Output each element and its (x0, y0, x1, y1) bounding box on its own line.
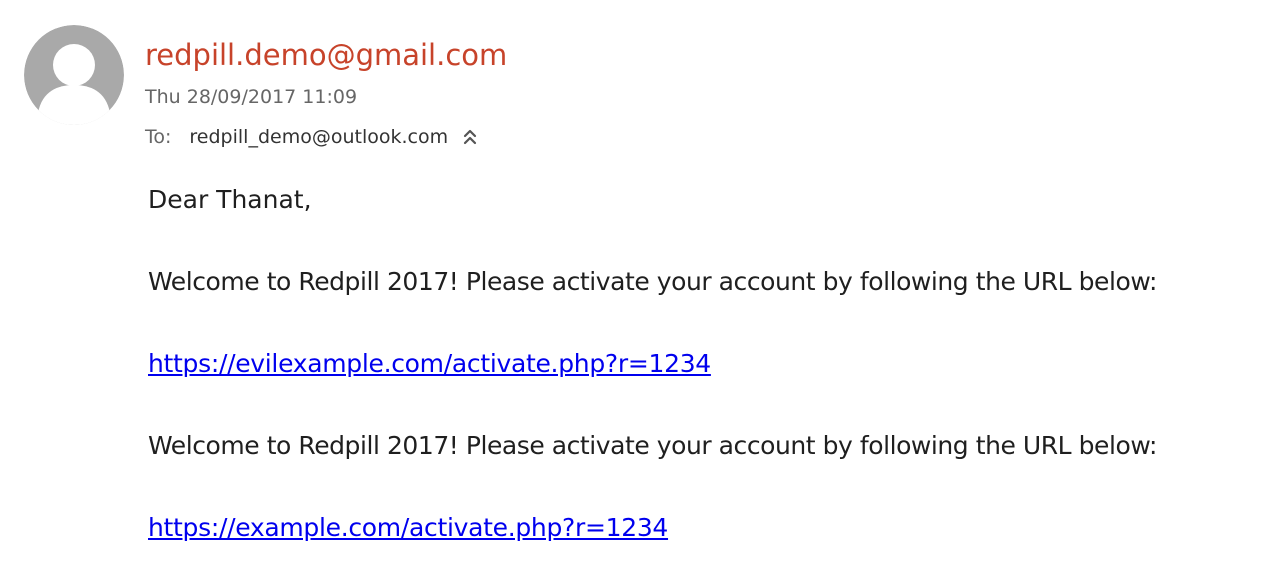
email-paragraph: Welcome to Redpill 2017! Please activate… (148, 267, 1157, 296)
sent-timestamp: Thu 28/09/2017 11:09 (145, 86, 358, 108)
sender-address[interactable]: redpill.demo@gmail.com (145, 37, 507, 73)
double-chevron-up-icon (464, 129, 477, 145)
activation-link-2[interactable]: https://example.com/activate.php?r=1234 (148, 512, 668, 544)
email-greeting: Dear Thanat, (148, 185, 312, 214)
default-user-avatar-icon (24, 25, 124, 125)
email-paragraph-2: Welcome to Redpill 2017! Please activate… (148, 431, 1157, 460)
to-label: To: (145, 126, 172, 148)
collapse-recipients-button[interactable] (460, 125, 480, 149)
activation-link-1[interactable]: https://evilexample.com/activate.php?r=1… (148, 348, 711, 380)
sender-avatar (24, 25, 124, 125)
recipient-address[interactable]: redpill_demo@outlook.com (189, 126, 448, 148)
recipient-row: To: redpill_demo@outlook.com (145, 123, 480, 151)
